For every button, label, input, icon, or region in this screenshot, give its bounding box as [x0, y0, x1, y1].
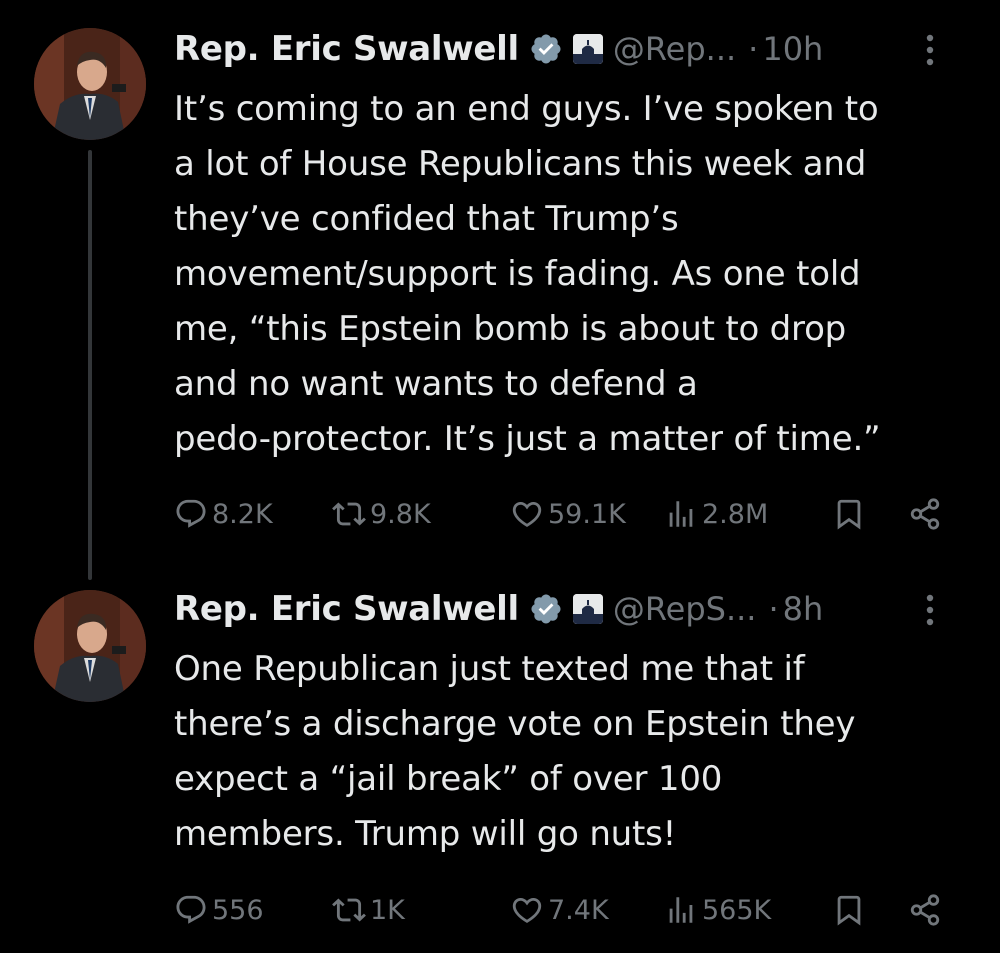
separator-dot: · — [768, 590, 779, 628]
reply-count: 8.2K — [212, 498, 273, 530]
reply-button[interactable]: 556 — [174, 888, 264, 932]
tweet-header: Rep. Eric Swalwell @Rep... · 10h — [174, 24, 964, 74]
tweet-actions: 556 1K 7.4K 565K — [174, 888, 954, 932]
tweet-text-line: they’ve confided that Trump’s — [174, 199, 679, 239]
reply-icon — [174, 497, 208, 531]
verified-badge-icon — [529, 592, 563, 626]
repost-count: 9.8K — [370, 498, 431, 530]
author-name[interactable]: Rep. Eric Swalwell — [174, 589, 519, 629]
repost-button[interactable]: 9.8K — [332, 492, 431, 536]
tweet-thread: Rep. Eric Swalwell @Rep... · 10h It’s co… — [0, 0, 1000, 953]
tweet-text-line: movement/support is fading. As one told — [174, 254, 861, 294]
like-count: 7.4K — [548, 894, 609, 926]
more-options-icon[interactable] — [922, 590, 938, 630]
bookmark-button[interactable] — [832, 492, 866, 536]
like-count: 59.1K — [548, 498, 626, 530]
government-badge-icon — [572, 34, 603, 64]
author-name[interactable]: Rep. Eric Swalwell — [174, 29, 519, 69]
like-button[interactable]: 59.1K — [510, 492, 626, 536]
reply-count: 556 — [212, 894, 264, 926]
views-chart-icon — [664, 497, 698, 531]
reply-button[interactable]: 8.2K — [174, 492, 273, 536]
verified-badge-icon — [529, 32, 563, 66]
repost-count: 1K — [370, 894, 405, 926]
bookmark-icon — [832, 497, 866, 531]
tweet-text-line: there’s a discharge vote on Epstein they — [174, 704, 856, 744]
repost-icon — [332, 893, 366, 927]
government-badge-icon — [572, 594, 603, 624]
author-handle[interactable]: @RepS... — [613, 590, 757, 628]
share-button[interactable] — [908, 492, 942, 536]
repost-icon — [332, 497, 366, 531]
views-button[interactable]: 565K — [664, 888, 771, 932]
tweet-text-line: It’s coming to an end guys. I’ve spoken … — [174, 89, 879, 129]
timestamp[interactable]: 10h — [762, 30, 823, 68]
avatar[interactable] — [34, 28, 146, 140]
heart-icon — [510, 497, 544, 531]
tweet-text-line: a lot of House Republicans this week and — [174, 144, 867, 184]
tweet-text-line: and no want wants to defend a — [174, 364, 698, 404]
tweet-text-line: expect a “jail break” of over 100 — [174, 759, 723, 799]
avatar-photo-icon — [34, 590, 146, 702]
tweet-text-line: pedo-protector. It’s just a matter of ti… — [174, 419, 881, 459]
views-chart-icon — [664, 893, 698, 927]
tweet-text: It’s coming to an end guys. I’ve spoken … — [174, 82, 974, 467]
tweet-actions: 8.2K 9.8K 59.1K 2.8M — [174, 492, 954, 536]
more-options-icon[interactable] — [922, 30, 938, 70]
tweet-header: Rep. Eric Swalwell @RepS... · 8h — [174, 584, 964, 634]
tweet-text-line: One Republican just texted me that if — [174, 649, 805, 689]
avatar-photo-icon — [34, 28, 146, 140]
tweet-text: One Republican just texted me that if th… — [174, 642, 974, 862]
separator-dot: · — [748, 30, 759, 68]
share-button[interactable] — [908, 888, 942, 932]
author-handle[interactable]: @Rep... — [613, 30, 736, 68]
heart-icon — [510, 893, 544, 927]
views-button[interactable]: 2.8M — [664, 492, 768, 536]
thread-connector-line — [88, 150, 92, 580]
views-count: 2.8M — [702, 498, 769, 530]
repost-button[interactable]: 1K — [332, 888, 405, 932]
tweet-text-line: me, “this Epstein bomb is about to drop — [174, 309, 847, 349]
like-button[interactable]: 7.4K — [510, 888, 609, 932]
share-icon — [908, 497, 942, 531]
tweet-text-line: members. Trump will go nuts! — [174, 814, 677, 854]
bookmark-icon — [832, 893, 866, 927]
bookmark-button[interactable] — [832, 888, 866, 932]
share-icon — [908, 893, 942, 927]
views-count: 565K — [702, 894, 772, 926]
timestamp[interactable]: 8h — [783, 590, 824, 628]
avatar[interactable] — [34, 590, 146, 702]
reply-icon — [174, 893, 208, 927]
